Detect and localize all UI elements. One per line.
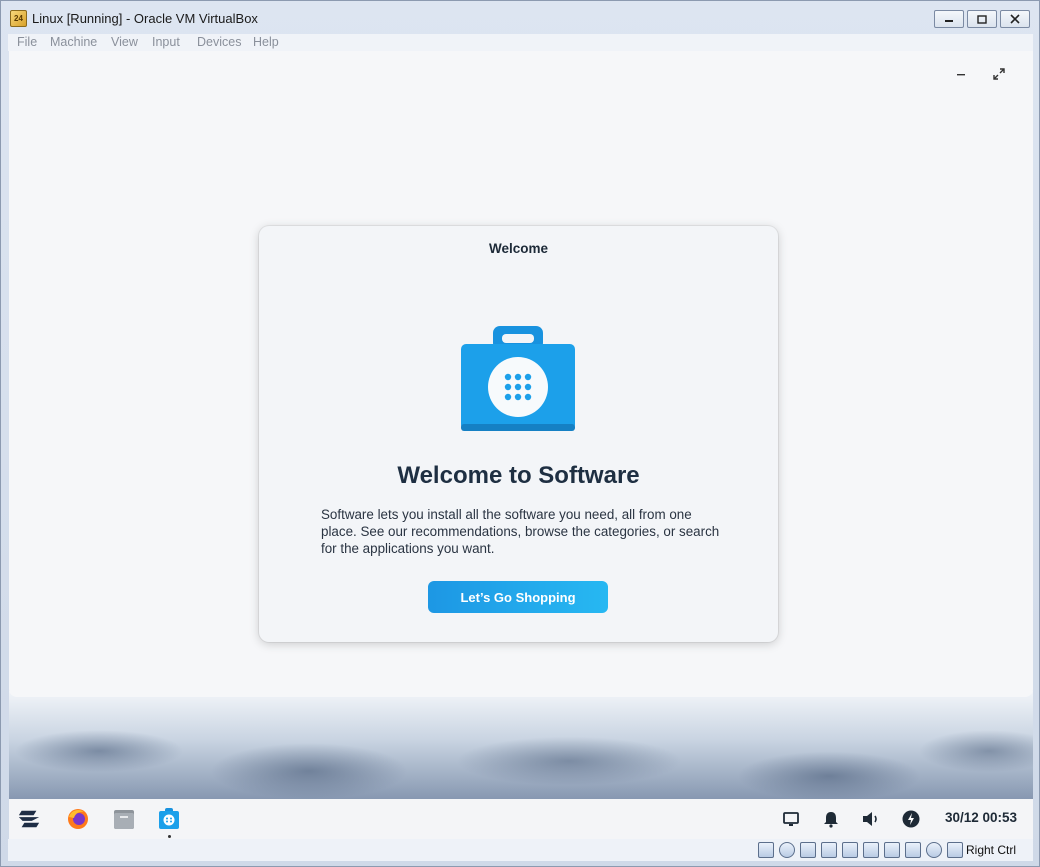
taskbar: 30/12 00:53 [9,799,1033,839]
display-icon[interactable] [884,842,900,858]
guest-screen: Welcome Welcome to Software Software let… [9,51,1033,839]
shared-folders-icon[interactable] [863,842,879,858]
hard-disk-icon[interactable] [758,842,774,858]
app-minimize-button[interactable] [954,67,968,81]
audio-icon[interactable] [800,842,816,858]
dialog-title: Welcome [488,241,549,256]
minimize-icon [945,20,953,22]
close-icon [1010,14,1020,24]
firefox-icon[interactable] [66,807,90,831]
maximize-icon [993,68,1005,80]
lets-go-shopping-button[interactable]: Let’s Go Shopping [428,581,608,613]
recording-icon[interactable] [905,842,921,858]
power-icon[interactable] [899,807,923,831]
vbox-status-bar: Right Ctrl [8,839,1033,861]
welcome-heading: Welcome to Software [397,462,640,489]
menu-devices[interactable]: Devices [197,35,241,49]
menu-file[interactable]: File [17,35,37,49]
clock[interactable]: 30/12 00:53 [945,810,1017,825]
menu-machine[interactable]: Machine [50,35,97,49]
menu-help[interactable]: Help [253,35,279,49]
menu-view[interactable]: View [111,35,138,49]
welcome-dialog: Welcome Welcome to Software Software let… [259,226,778,642]
window-title: Linux [Running] - Oracle VM VirtualBox [32,11,258,26]
menu-input[interactable]: Input [152,35,180,49]
desktop-wallpaper [9,691,1033,799]
software-app-window: Welcome Welcome to Software Software let… [9,51,1033,697]
close-button[interactable] [1000,10,1030,28]
menu-bar: File Machine View Input Devices Help [8,34,1033,51]
virtualbox-icon: 24 [10,10,27,27]
screen-icon[interactable] [779,807,803,831]
minimize-button[interactable] [934,10,964,28]
volume-icon[interactable] [859,807,883,831]
files-icon[interactable] [112,807,136,831]
cpu-icon[interactable] [926,842,942,858]
restore-icon [977,15,987,24]
zorin-menu-icon[interactable] [17,807,41,831]
optical-drive-icon[interactable] [779,842,795,858]
network-icon[interactable] [821,842,837,858]
mouse-integration-icon[interactable] [947,842,963,858]
usb-icon[interactable] [842,842,858,858]
software-bag-icon [461,326,575,431]
restore-button[interactable] [967,10,997,28]
bell-icon[interactable] [819,807,843,831]
active-app-indicator [168,835,171,838]
virtualbox-window: 24 Linux [Running] - Oracle VM VirtualBo… [0,0,1040,867]
software-icon[interactable] [157,807,181,831]
host-key-label: Right Ctrl [966,843,1017,857]
app-maximize-button[interactable] [992,67,1006,81]
title-bar: 24 Linux [Running] - Oracle VM VirtualBo… [1,1,1039,35]
welcome-description: Software lets you install all the softwa… [321,507,720,556]
minimize-icon [957,74,965,76]
